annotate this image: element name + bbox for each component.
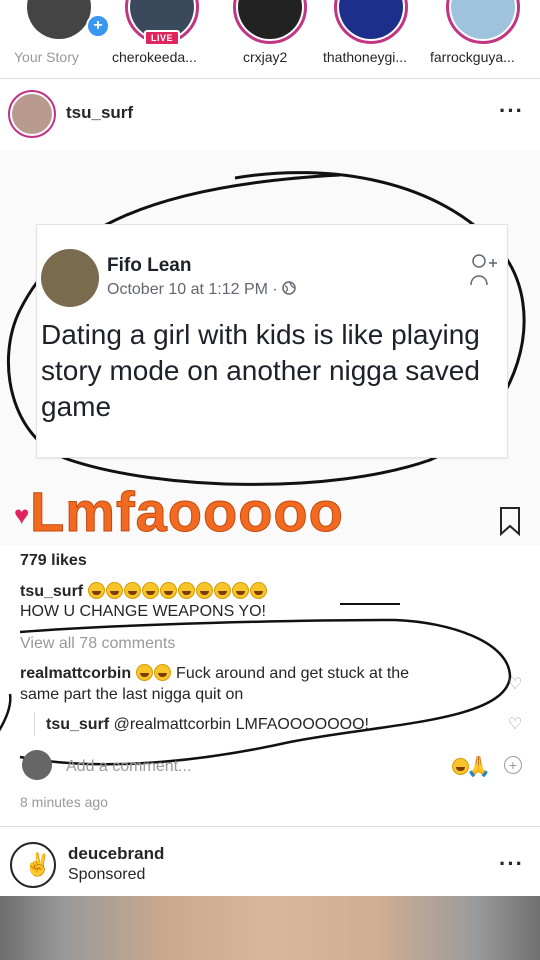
more-dots-icon[interactable]: ··· — [499, 853, 524, 875]
laughing-emoji — [153, 664, 171, 681]
comment-like-icon[interactable]: ♡ — [508, 674, 522, 694]
like-heart-icon[interactable]: ♥ — [14, 500, 29, 531]
story-avatar — [451, 0, 515, 39]
story-name: crxjay2 — [243, 49, 288, 65]
story-name: Your Story — [14, 49, 79, 65]
laughing-emoji-row — [87, 582, 268, 600]
globe-icon — [282, 281, 296, 295]
next-post-username[interactable]: deucebrand — [68, 844, 164, 864]
add-friend-icon — [470, 254, 497, 286]
story-name: farrockguya... — [430, 49, 515, 65]
comment-text: Fuck around and get stuck at the — [171, 665, 410, 682]
quoted-facebook-post: Fifo Lean October 10 at 1:12 PM · Dating… — [36, 224, 508, 458]
comment-text-line2: same part the last nigga quit on — [20, 686, 244, 703]
comment-username[interactable]: realmattcorbin — [20, 665, 131, 682]
next-post-avatar[interactable]: ✌ — [10, 842, 56, 888]
add-story-icon[interactable]: + — [86, 14, 110, 38]
fb-avatar — [41, 249, 99, 307]
my-avatar — [22, 750, 52, 780]
caption: tsu_surf — [20, 581, 268, 602]
likes-count[interactable]: 779 likes — [20, 550, 87, 571]
story-ring — [334, 0, 408, 44]
fb-date: October 10 at 1:12 PM · — [107, 281, 296, 299]
praying-hands-icon[interactable]: 🙏 — [466, 754, 491, 779]
fb-date-text: October 10 at 1:12 PM · — [107, 281, 283, 298]
comment-username[interactable]: tsu_surf — [46, 716, 109, 733]
add-emoji-icon[interactable]: + — [504, 756, 522, 774]
comment-like-icon[interactable]: ♡ — [508, 714, 522, 734]
divider — [0, 78, 540, 79]
view-all-comments[interactable]: View all 78 comments — [20, 633, 175, 654]
more-dots-icon[interactable]: ··· — [499, 100, 524, 122]
sponsored-label[interactable]: Sponsored — [68, 864, 145, 885]
comment-realmattcorbin: realmattcorbin Fuck around and get stuck… — [20, 663, 409, 684]
add-comment-input[interactable]: Add a comment... — [66, 756, 191, 777]
post-time: 8 minutes ago — [20, 794, 108, 810]
divider — [0, 826, 540, 827]
overlay-caption: Lmfaooooo — [30, 480, 344, 544]
story-name: thathoneygi... — [323, 49, 408, 65]
post-avatar[interactable] — [8, 90, 56, 138]
story-ring — [233, 0, 307, 44]
next-post-image[interactable] — [0, 896, 540, 960]
crying-laughing-emoji — [135, 664, 153, 681]
comment-tsu-surf-reply: tsu_surf @realmattcorbin LMFAOOOOOOO! — [46, 714, 369, 735]
story-name: cherokeeda... — [112, 49, 197, 65]
story-avatar — [238, 0, 302, 39]
comment-text: @realmattcorbin LMFAOOOOOOO! — [113, 716, 369, 733]
reply-line — [34, 712, 35, 736]
story-avatar — [339, 0, 403, 39]
live-badge: LIVE — [144, 30, 181, 46]
underline-scribble — [340, 603, 400, 605]
peace-hand-icon: ✌ — [24, 852, 52, 877]
post-username[interactable]: tsu_surf — [66, 103, 133, 123]
fb-post-text: Dating a girl with kids is like playing … — [41, 319, 480, 422]
caption-username[interactable]: tsu_surf — [20, 583, 83, 600]
bookmark-icon[interactable] — [498, 506, 522, 536]
stories-bar: + Your Story LIVE cherokeeda... crxjay2 … — [0, 0, 540, 78]
fb-author: Fifo Lean — [107, 255, 192, 276]
story-ring — [446, 0, 520, 44]
story-avatar — [27, 0, 91, 39]
